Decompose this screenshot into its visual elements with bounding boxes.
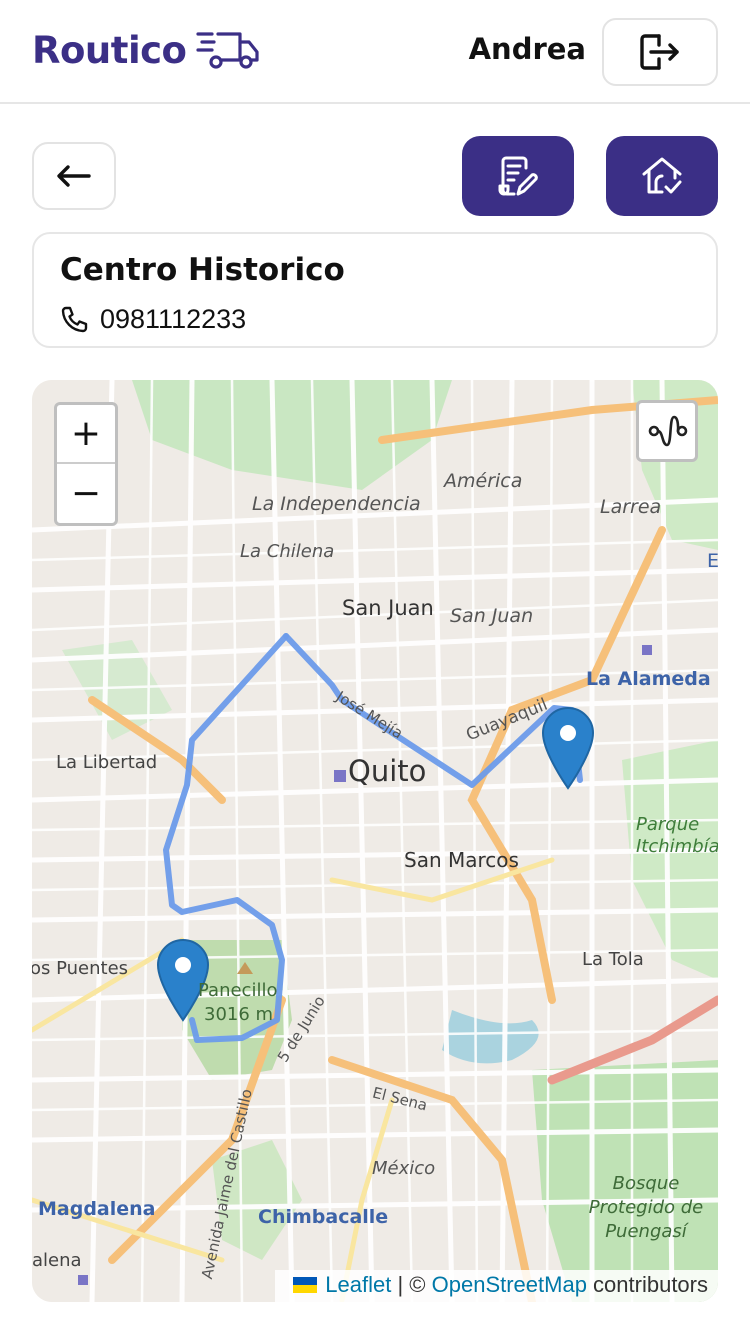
map-label-magdalena: Magdalena [38,1198,156,1220]
back-button[interactable] [32,142,116,210]
attribution-suffix: contributors [586,1272,708,1297]
phone-row[interactable]: 0981112233 [60,304,246,335]
map-label-america: América [444,470,523,492]
zoom-in-button[interactable]: + [57,405,115,464]
map-label-san-juan-2: San Juan [450,605,534,627]
logout-button[interactable] [602,18,718,86]
map-label-parque-itchimbia: Parque Itchimbía [636,814,718,857]
map-label-alena: alena [32,1250,82,1271]
openstreetmap-link[interactable]: OpenStreetMap [432,1272,587,1298]
map-label-dos-puentes: os Puentes [32,958,129,979]
map-label-panecillo-alt: 3016 m [204,1004,274,1025]
map-label-edge-e: E [707,550,718,572]
map-label-bosque-puengasi: Bosque Protegido de Puengasí [588,1173,704,1242]
document-edit-icon [498,156,538,196]
ukraine-flag-icon [293,1277,318,1293]
phone-icon [61,306,88,332]
home-check-icon [642,157,682,194]
map-label-san-juan: San Juan [342,596,434,620]
home-check-button[interactable] [606,136,718,216]
brand-name: Routico [32,28,187,72]
phone-number[interactable]: 0981112233 [100,304,246,335]
logout-icon [640,34,679,70]
map-label-panecillo: Panecillo [198,980,278,1001]
map-label-la-independencia: La Independencia [252,493,421,515]
map-attribution: Leaflet | © OpenStreetMap contributors [275,1270,718,1302]
arrow-left-icon [57,165,91,187]
brand[interactable]: Routico [32,26,260,74]
map-label-chimbacalle: Chimbacalle [258,1206,389,1228]
truck-icon [196,32,260,69]
map-label-san-marcos: San Marcos [404,848,519,872]
map-label-la-alameda: La Alameda [586,668,711,690]
route-map[interactable]: América La Independencia Larrea La Chile… [32,380,718,1302]
edit-notes-button[interactable] [462,136,574,216]
leaflet-link[interactable]: Leaflet [325,1272,391,1298]
location-name: Centro Historico [60,252,345,288]
map-label-la-chilena: La Chilena [240,541,335,562]
map-label-la-tola: La Tola [582,949,644,970]
map-label-larrea: Larrea [600,496,662,518]
location-card: Centro Historico 0981112233 [32,232,718,348]
route-toggle-button[interactable] [636,400,698,462]
app-header: Routico Andrea [0,0,750,104]
zoom-control: + − [54,402,118,526]
map-label-la-libertad: La Libertad [56,752,158,773]
route-icon [648,415,688,447]
attribution-separator: | © [391,1272,432,1297]
user-name: Andrea [468,32,586,66]
map-label-mexico: México [372,1158,436,1179]
map-label-quito: Quito [348,754,427,788]
zoom-out-button[interactable]: − [57,464,115,523]
